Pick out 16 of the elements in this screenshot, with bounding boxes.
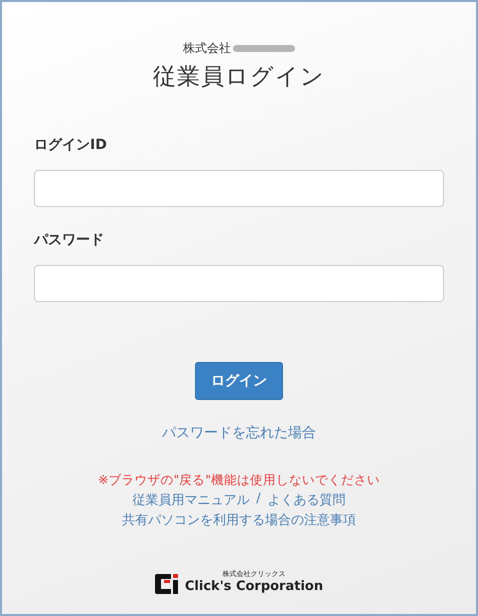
company-prefix: 株式会社 xyxy=(183,40,231,57)
separator: / xyxy=(256,491,261,508)
logo-name: Click's Corporation xyxy=(184,579,324,594)
input-field[interactable] xyxy=(34,265,444,302)
field-label: ログインID xyxy=(34,136,108,154)
field-label: パスワード xyxy=(34,231,105,249)
notice-link[interactable]: 共有パソコンを利用する場合の注意事項 xyxy=(122,511,356,529)
warning-text: ※ブラウザの"戻る"機能は使用しないでください xyxy=(98,472,380,489)
help-link[interactable]: 従業員用マニュアル xyxy=(132,491,250,509)
help-link[interactable]: よくある質問 xyxy=(268,491,346,509)
forgot-password-link[interactable]: パスワードを忘れた場合 xyxy=(162,424,316,442)
input-field[interactable] xyxy=(34,170,444,207)
redaction-mark xyxy=(233,44,295,53)
logo-icon xyxy=(154,574,181,594)
login-button[interactable]: ログイン xyxy=(195,362,283,400)
page-title: 従業員ログイン xyxy=(153,63,325,92)
